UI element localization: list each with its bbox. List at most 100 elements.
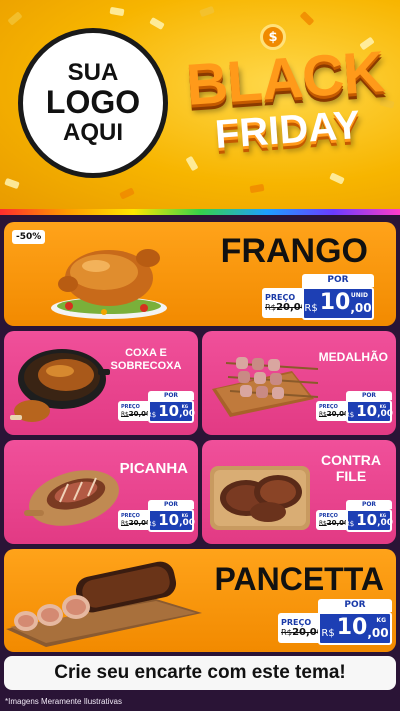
- new-price-cents: ,00: [350, 301, 372, 315]
- new-price-cents: ,00: [377, 518, 394, 528]
- product-card-frango[interactable]: -50% FRANGO POR PREÇO R$20,00 R$ 10 ,00 …: [4, 222, 396, 326]
- black-friday-logo: $ BLACK FRIDAY: [180, 20, 390, 180]
- price-por-label: POR: [148, 500, 194, 509]
- new-price-currency: R$: [146, 411, 157, 419]
- new-price-integer: 10: [319, 290, 351, 315]
- new-price-currency: R$: [146, 520, 157, 528]
- steak-board-icon: [210, 466, 310, 530]
- price-unit: KG: [379, 513, 386, 518]
- confetti: [109, 6, 125, 17]
- new-price-box: R$ 10 ,00 KG: [146, 509, 196, 532]
- product-name: PANCETTA: [214, 561, 384, 597]
- new-price-box: R$ 10 ,00 KG: [318, 612, 392, 645]
- price-tag: POR PREÇO R$20,00 R$ 10 ,00 KG: [118, 391, 196, 423]
- confetti: [249, 183, 265, 194]
- new-price-cents: ,00: [179, 409, 196, 419]
- old-price-currency: R$: [121, 521, 129, 527]
- new-price-integer: 10: [356, 402, 378, 420]
- product-card-coxa-sobrecoxa[interactable]: COXA E SOBRECOXA POR PREÇO R$20,00 R$ 10…: [4, 331, 198, 435]
- price-unit: KG: [379, 404, 386, 409]
- new-price-box: R$ 10 ,00 KG: [344, 509, 394, 532]
- chicken-thigh-pan-icon: [10, 349, 110, 422]
- price-tag: POR PREÇO R$20,00 R$ 10 ,00 KG: [316, 391, 394, 423]
- new-price-box: R$ 10 ,00 KG: [146, 400, 196, 423]
- product-name: PICANHA: [119, 460, 188, 477]
- price-label: PREÇO: [265, 293, 296, 302]
- logo-text-line1: SUA: [67, 58, 119, 86]
- new-price-currency: R$: [304, 303, 318, 314]
- product-name-line2: FILE: [335, 468, 367, 485]
- new-price-currency: R$: [344, 411, 355, 419]
- product-name: FRANGO: [220, 232, 368, 270]
- confetti: [199, 5, 215, 18]
- product-card-pancetta[interactable]: PANCETTA POR PREÇO R$20,00 R$ 10 ,00 KG: [4, 549, 396, 652]
- new-price-integer: 10: [336, 615, 368, 640]
- product-card-medalhao[interactable]: MEDALHÃO POR PREÇO R$20,00 R$ 10 ,00 KG: [202, 331, 396, 435]
- old-price: R$20,00: [121, 410, 151, 418]
- price-unit: KG: [376, 617, 386, 624]
- product-name: CONTRA FILE: [316, 452, 386, 484]
- black-friday-title-line2: FRIDAY: [213, 102, 362, 158]
- new-price-integer: 10: [356, 511, 378, 529]
- new-price-currency: R$: [321, 628, 335, 639]
- logo-placeholder[interactable]: SUA LOGO AQUI: [18, 28, 168, 178]
- disclaimer-text: *Imagens Meramente Ilustrativas: [5, 697, 122, 706]
- confetti: [149, 16, 165, 31]
- rainbow-divider: [0, 209, 400, 215]
- price-tag: POR PREÇO R$20,00 R$ 10 ,00 KG: [316, 500, 394, 532]
- product-name: MEDALHÃO: [318, 350, 388, 364]
- old-price-box: PREÇO R$20,00: [278, 613, 324, 643]
- price-unit: KG: [181, 404, 188, 409]
- price-por-label: POR: [346, 500, 392, 509]
- new-price-currency: R$: [344, 520, 355, 528]
- logo-text-line3: AQUI: [63, 118, 123, 146]
- discount-badge: -50%: [12, 230, 46, 244]
- new-price-box: R$ 10 ,00 KG: [344, 400, 394, 423]
- old-price-currency: R$: [281, 627, 293, 637]
- price-unit: KG: [181, 513, 188, 518]
- logo-text-line2: LOGO: [45, 84, 141, 121]
- old-price-currency: R$: [121, 412, 129, 418]
- confetti: [119, 187, 135, 200]
- old-price-currency: R$: [265, 302, 277, 312]
- old-price-box: PREÇO R$20,00: [118, 401, 151, 421]
- old-price-box: PREÇO R$20,00: [316, 510, 349, 530]
- product-name-line2: SOBRECOXA: [110, 359, 182, 372]
- old-price-currency: R$: [319, 412, 327, 418]
- new-price-cents: ,00: [367, 626, 389, 640]
- old-price-box: PREÇO R$20,00: [262, 288, 308, 318]
- new-price-integer: 10: [158, 402, 180, 420]
- new-price-cents: ,00: [377, 409, 394, 419]
- price-por-label: POR: [148, 391, 194, 400]
- price-tag: POR PREÇO R$20,00 R$ 10 ,00 KG: [278, 599, 392, 645]
- old-price: R$20,00: [319, 410, 349, 418]
- confetti: [4, 177, 20, 190]
- old-price: R$20,00: [319, 519, 349, 527]
- old-price: R$20,00: [281, 627, 324, 638]
- pancetta-board-icon: [6, 561, 202, 647]
- price-por-label: POR: [318, 599, 392, 612]
- cta-banner[interactable]: Crie seu encarte com este tema!: [4, 656, 396, 690]
- product-name-line1: COXA E: [125, 347, 167, 359]
- new-price-cents: ,00: [179, 518, 196, 528]
- picanha-board-icon: [24, 470, 119, 526]
- price-unit: UNID: [350, 292, 368, 299]
- price-tag: POR PREÇO R$20,00 R$ 10 ,00 UNID: [262, 274, 374, 320]
- new-price-box: R$ 10 ,00 UNID: [302, 287, 374, 320]
- roast-chicken-icon: [51, 249, 167, 319]
- header-banner: SUA LOGO AQUI $ BLACK FRIDAY: [0, 0, 400, 212]
- old-price: R$20,00: [265, 302, 308, 313]
- product-name-line1: CONTRA: [321, 452, 381, 468]
- product-card-picanha[interactable]: PICANHA POR PREÇO R$20,00 R$ 10 ,00 KG: [4, 440, 198, 544]
- confetti: [7, 11, 23, 26]
- price-tag: POR PREÇO R$20,00 R$ 10 ,00 KG: [118, 500, 196, 532]
- product-card-contra-file[interactable]: CONTRA FILE POR PREÇO R$20,00 R$ 10 ,00 …: [202, 440, 396, 544]
- old-price: R$20,00: [121, 519, 151, 527]
- old-price-currency: R$: [319, 521, 327, 527]
- price-label: PREÇO: [281, 618, 312, 627]
- product-name: COXA E SOBRECOXA: [106, 347, 186, 372]
- new-price-integer: 10: [158, 511, 180, 529]
- old-price-box: PREÇO R$20,00: [118, 510, 151, 530]
- old-price-box: PREÇO R$20,00: [316, 401, 349, 421]
- medallion-skewers-icon: [212, 357, 318, 417]
